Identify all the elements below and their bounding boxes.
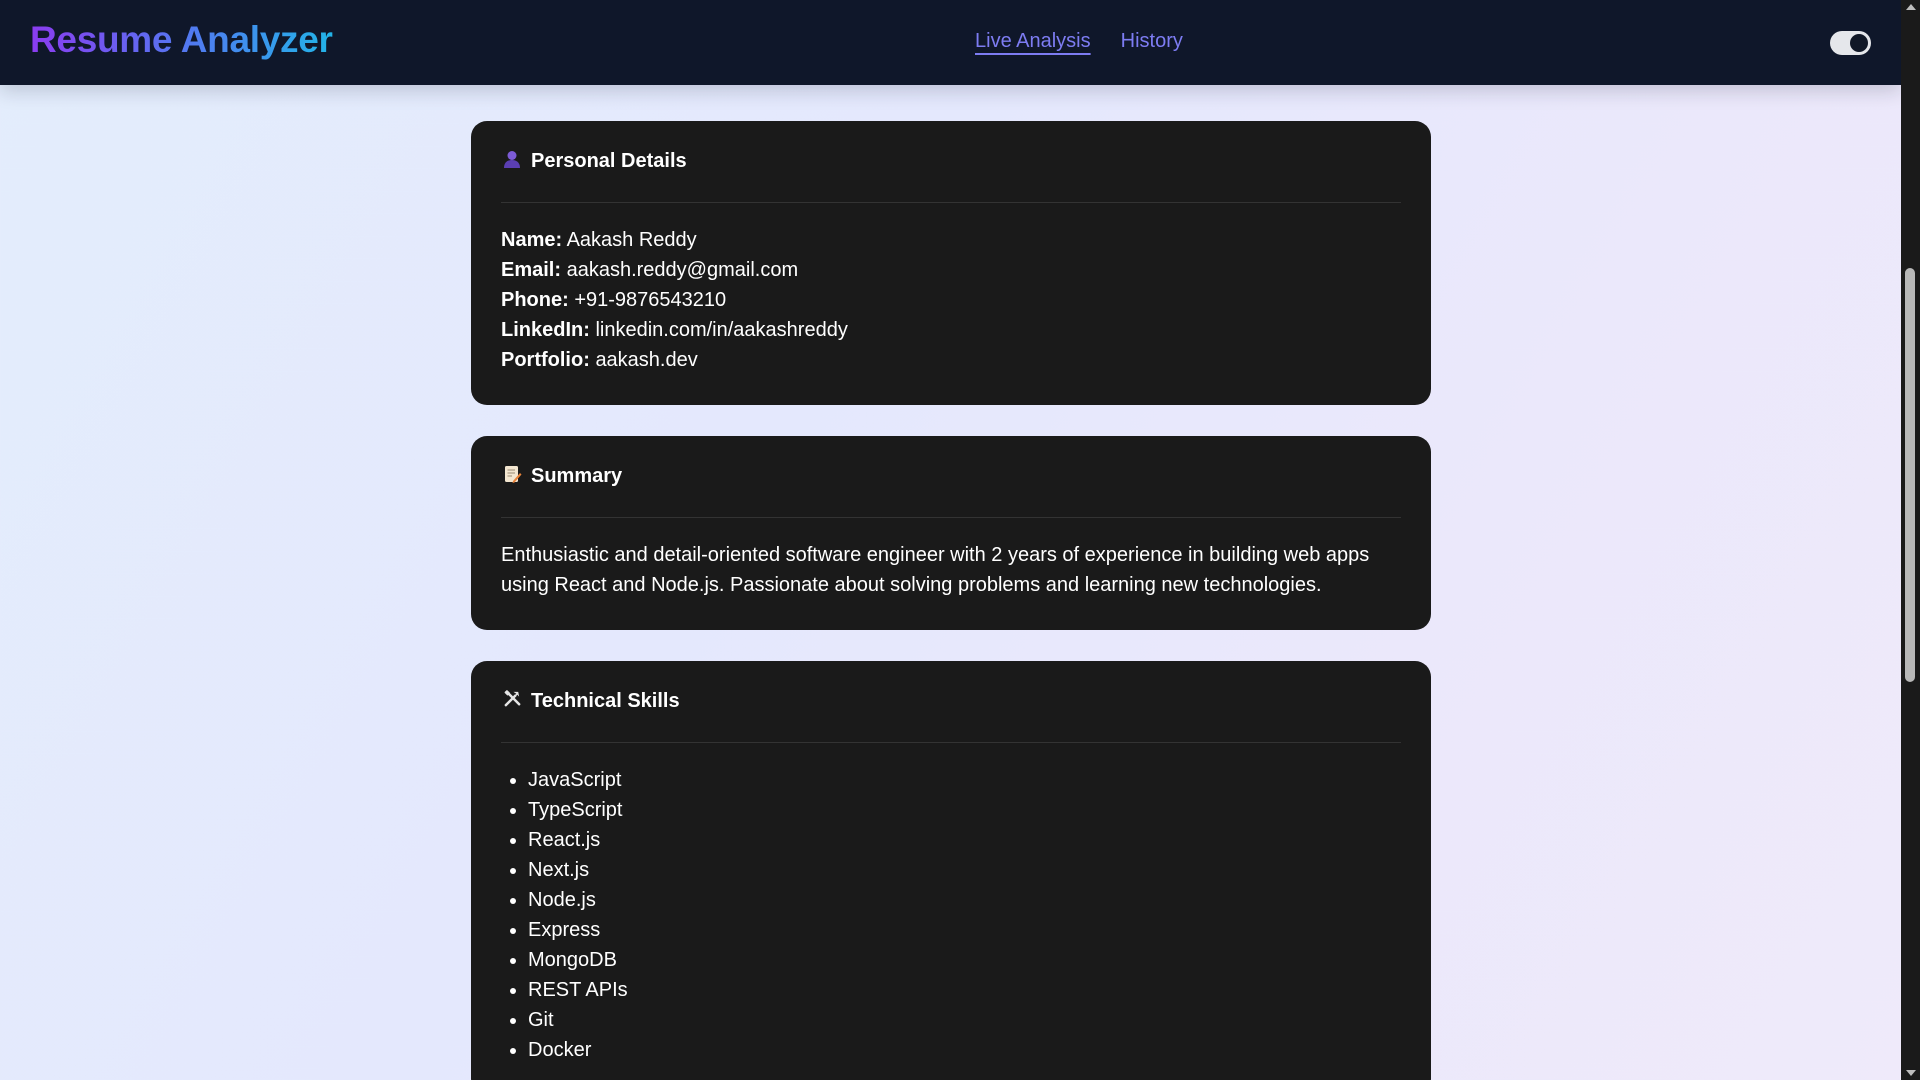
scroll-down-arrow-icon[interactable] bbox=[1906, 1070, 1916, 1076]
detail-row-name: Name: Aakash Reddy bbox=[501, 225, 1401, 255]
card-header: Summary bbox=[501, 436, 1401, 518]
field-label: Phone: bbox=[501, 289, 569, 311]
page-scrollbar[interactable] bbox=[1901, 0, 1920, 1080]
list-item: Express bbox=[528, 915, 1401, 945]
nav-links: Live Analysis History bbox=[975, 30, 1183, 53]
field-label: LinkedIn: bbox=[501, 319, 590, 341]
card-title: Personal Details bbox=[531, 150, 687, 172]
field-value: Aakash Reddy bbox=[566, 229, 697, 251]
technical-skills-card: Technical Skills JavaScript TypeScript R… bbox=[471, 661, 1431, 1080]
list-item: REST APIs bbox=[528, 975, 1401, 1005]
detail-row-linkedin: LinkedIn: linkedin.com/in/aakashreddy bbox=[501, 315, 1401, 345]
summary-text: Enthusiastic and detail-oriented softwar… bbox=[501, 544, 1370, 596]
field-value: linkedin.com/in/aakashreddy bbox=[595, 319, 848, 341]
card-title: Technical Skills bbox=[531, 690, 680, 712]
toggle-knob bbox=[1850, 34, 1868, 52]
skills-body: JavaScript TypeScript React.js Next.js N… bbox=[501, 743, 1401, 1065]
summary-body: Enthusiastic and detail-oriented softwar… bbox=[501, 518, 1401, 600]
list-item: Next.js bbox=[528, 855, 1401, 885]
list-item: Docker bbox=[528, 1035, 1401, 1065]
field-label: Portfolio: bbox=[501, 349, 590, 371]
scroll-up-arrow-icon[interactable] bbox=[1906, 4, 1916, 10]
detail-row-email: Email: aakash.reddy@gmail.com bbox=[501, 255, 1401, 285]
field-label: Name: bbox=[501, 229, 563, 251]
tools-icon bbox=[501, 689, 523, 714]
card-header: Technical Skills bbox=[501, 661, 1401, 743]
summary-card: Summary Enthusiastic and detail-oriented… bbox=[471, 436, 1431, 630]
detail-row-portfolio: Portfolio: aakash.dev bbox=[501, 345, 1401, 375]
card-title: Summary bbox=[531, 465, 623, 487]
card-header: Personal Details bbox=[501, 121, 1401, 203]
personal-details-body: Name: Aakash Reddy Email: aakash.reddy@g… bbox=[501, 203, 1401, 375]
field-label: Email: bbox=[501, 259, 562, 281]
list-item: React.js bbox=[528, 825, 1401, 855]
app-logo[interactable]: Resume Analyzer bbox=[30, 19, 333, 61]
field-value: +91-9876543210 bbox=[574, 289, 727, 311]
detail-row-phone: Phone: +91-9876543210 bbox=[501, 285, 1401, 315]
nav-link-history[interactable]: History bbox=[1121, 30, 1183, 53]
memo-icon bbox=[501, 464, 523, 490]
main-content: Personal Details Name: Aakash Reddy Emai… bbox=[471, 121, 1431, 1080]
list-item: MongoDB bbox=[528, 945, 1401, 975]
person-icon bbox=[501, 149, 523, 175]
list-item: Git bbox=[528, 1005, 1401, 1035]
theme-toggle[interactable] bbox=[1830, 31, 1871, 55]
list-item: JavaScript bbox=[528, 765, 1401, 795]
field-value: aakash.dev bbox=[595, 349, 698, 371]
skills-list: JavaScript TypeScript React.js Next.js N… bbox=[501, 765, 1401, 1065]
list-item: TypeScript bbox=[528, 795, 1401, 825]
personal-details-card: Personal Details Name: Aakash Reddy Emai… bbox=[471, 121, 1431, 405]
nav-link-live-analysis[interactable]: Live Analysis bbox=[975, 30, 1091, 53]
top-navbar: Resume Analyzer Live Analysis History bbox=[0, 0, 1901, 85]
field-value: aakash.reddy@gmail.com bbox=[566, 259, 799, 281]
list-item: Node.js bbox=[528, 885, 1401, 915]
scroll-thumb[interactable] bbox=[1905, 268, 1915, 682]
